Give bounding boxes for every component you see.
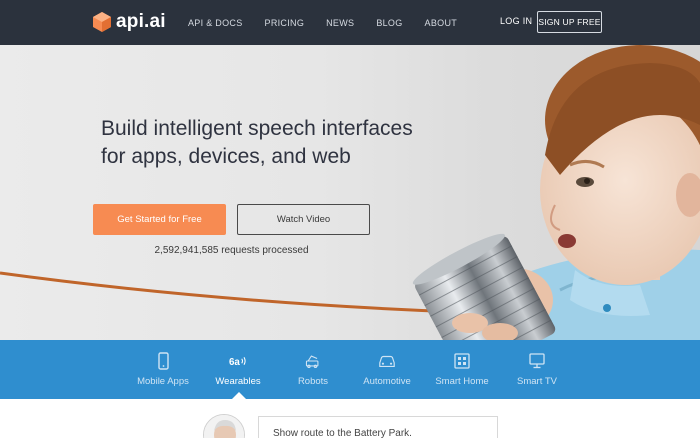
nav-link-news[interactable]: NEWS: [326, 18, 354, 28]
headline-line-2: for apps, devices, and web: [101, 145, 351, 168]
nav-link-blog[interactable]: BLOG: [376, 18, 402, 28]
nav-link-api-docs[interactable]: API & DOCS: [188, 18, 243, 28]
category-label-robots: Robots: [297, 376, 329, 387]
headline-line-1: Build intelligent speech interfaces: [101, 117, 413, 140]
category-label-automotive: Automotive: [363, 376, 411, 387]
nav-link-pricing[interactable]: PRICING: [265, 18, 305, 28]
get-started-button[interactable]: Get Started for Free: [93, 204, 226, 235]
mobile-icon: [158, 352, 169, 370]
hero-image: [0, 45, 700, 340]
wearables-icon: 6a: [229, 357, 246, 368]
hero-section: Build intelligent speech interfaces for …: [0, 45, 700, 340]
logo[interactable]: api.ai: [92, 10, 166, 34]
category-bar: Mobile Apps 6a Wearables Robots Automoti…: [0, 340, 700, 399]
category-label-smart-home: Smart Home: [435, 376, 489, 387]
nav-link-about[interactable]: ABOUT: [425, 18, 458, 28]
hero-headline: Build intelligent speech interfaces for …: [101, 115, 461, 171]
category-smart-tv[interactable]: Smart TV: [515, 340, 559, 399]
category-label-mobile-apps: Mobile Apps: [137, 376, 189, 387]
smart-home-icon: [454, 353, 470, 369]
category-wearables[interactable]: 6a Wearables: [208, 340, 268, 399]
category-label-wearables: Wearables: [215, 376, 261, 387]
top-navbar: api.ai API & DOCS PRICING NEWS BLOG ABOU…: [0, 0, 700, 45]
cube-logo-icon: [93, 12, 111, 32]
car-icon: [379, 355, 395, 367]
signup-button[interactable]: SIGN UP FREE: [537, 11, 602, 33]
svg-text:6a: 6a: [229, 357, 240, 368]
tv-icon: [529, 353, 545, 369]
avatar-image: [204, 415, 244, 438]
category-robots[interactable]: Robots: [291, 340, 335, 399]
active-category-caret: [232, 392, 246, 399]
category-automotive[interactable]: Automotive: [361, 340, 413, 399]
logo-text: api.ai: [116, 11, 166, 32]
demo-query-text: Show route to the Battery Park.: [273, 428, 412, 438]
category-label-smart-tv: Smart TV: [517, 376, 557, 387]
robot-icon: [305, 355, 319, 369]
category-mobile-apps[interactable]: Mobile Apps: [130, 340, 196, 399]
watch-video-button[interactable]: Watch Video: [237, 204, 370, 235]
login-link[interactable]: LOG IN: [500, 16, 532, 26]
requests-counter: 2,592,941,585 requests processed: [154, 245, 309, 256]
avatar: [203, 414, 245, 438]
category-smart-home[interactable]: Smart Home: [434, 340, 490, 399]
